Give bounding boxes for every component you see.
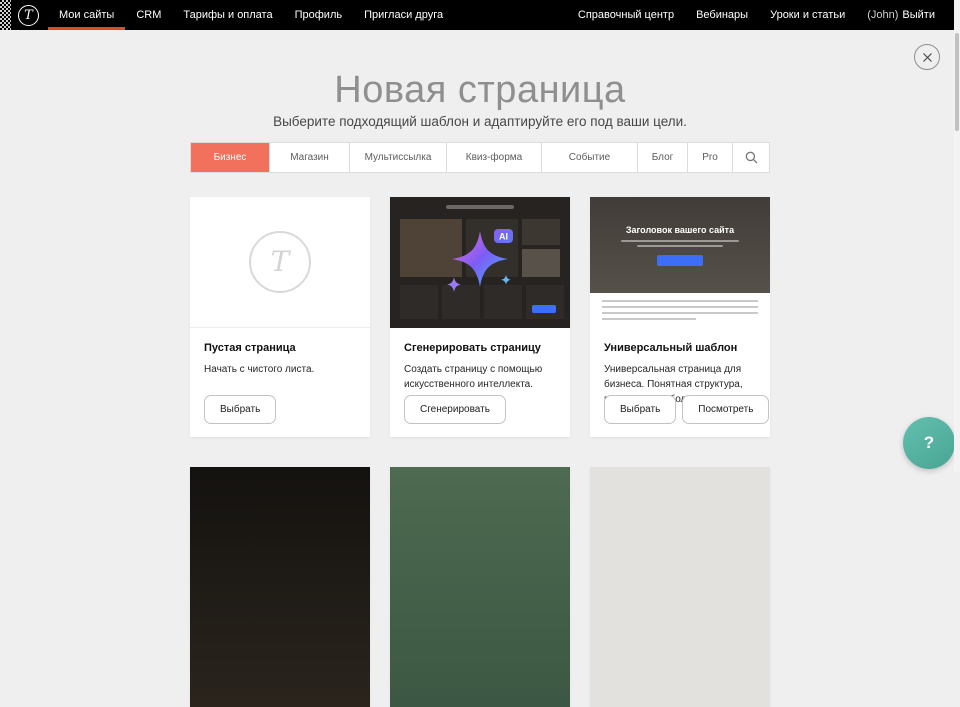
text-placeholder-line [602, 300, 758, 302]
page-subtitle: Выберите подходящий шаблон и адаптируйте… [0, 114, 960, 130]
text-placeholder-line [602, 318, 696, 320]
preview-universal-button[interactable]: Посмотреть [682, 395, 769, 424]
template-preview-image [190, 467, 370, 707]
generate-button[interactable]: Сгенерировать [404, 395, 506, 424]
account-name: (John) [867, 9, 898, 21]
page-title: Новая страница [0, 72, 960, 108]
tilda-logo[interactable]: T [18, 5, 39, 26]
ai-generate-preview[interactable]: AI [390, 197, 570, 328]
text-placeholder-line [637, 245, 723, 247]
logout-label: Выйти [902, 9, 935, 21]
card-title: Универсальный шаблон [604, 342, 756, 354]
tab-blog[interactable]: Блог [638, 143, 688, 172]
nav-crm[interactable]: CRM [125, 0, 172, 30]
template-preview-image [390, 467, 570, 707]
text-placeholder-line [602, 306, 758, 308]
template-card-partial[interactable] [390, 467, 570, 707]
template-hero-heading: Заголовок вашего сайта [626, 225, 734, 235]
scrollbar-thumb[interactable] [955, 33, 959, 131]
template-card-blank: T Пустая страница Начать с чистого листа… [190, 197, 370, 437]
secondary-nav: Справочный центр Вебинары Уроки и статьи… [567, 0, 946, 30]
help-widget-button[interactable]: ? [903, 417, 955, 469]
nav-help-center[interactable]: Справочный центр [567, 0, 685, 30]
universal-template-preview[interactable]: Заголовок вашего сайта [590, 197, 770, 328]
template-text-block [590, 293, 770, 328]
blank-page-preview[interactable]: T [190, 197, 370, 328]
svg-text:AI: AI [499, 232, 508, 242]
logo-letter: T [24, 9, 33, 22]
tilda-mark-icon: T [249, 231, 311, 293]
template-card-partial[interactable] [590, 467, 770, 707]
close-icon [922, 52, 933, 63]
card-title: Сгенерировать страницу [404, 342, 556, 354]
tab-multilink[interactable]: Мультиссылка [350, 143, 447, 172]
search-icon [745, 151, 758, 164]
help-question-icon: ? [924, 433, 934, 453]
tab-pro[interactable]: Pro [688, 143, 733, 172]
text-placeholder-line [621, 240, 739, 242]
pattern-decoration [0, 0, 11, 30]
nav-webinars[interactable]: Вебинары [685, 0, 759, 30]
scrollbar-track[interactable] [954, 0, 960, 472]
ai-badge: AI [494, 229, 513, 243]
choose-universal-button[interactable]: Выбрать [604, 395, 676, 424]
tab-store[interactable]: Магазин [270, 143, 350, 172]
nav-my-sites[interactable]: Мои сайты [48, 0, 125, 30]
tab-business[interactable]: Бизнес [191, 143, 270, 172]
template-card-universal: Заголовок вашего сайта Универсальный шаб… [590, 197, 770, 437]
tab-search[interactable] [733, 143, 769, 172]
tab-event[interactable]: Событие [542, 143, 638, 172]
template-card-ai: AI Сгенерировать страницу Создать страни… [390, 197, 570, 437]
template-category-tabs: Бизнес Магазин Мультиссылка Квиз-форма С… [190, 142, 770, 173]
card-description: Создать страницу с помощью искусственног… [404, 362, 556, 392]
choose-blank-button[interactable]: Выбрать [204, 395, 276, 424]
card-description: Начать с чистого листа. [204, 362, 356, 377]
nav-logout[interactable]: (John) Выйти [856, 0, 946, 30]
main-nav: Мои сайты CRM Тарифы и оплата Профиль Пр… [48, 0, 454, 30]
template-card-partial[interactable] [190, 467, 370, 707]
text-placeholder-line [602, 312, 758, 314]
nav-pricing[interactable]: Тарифы и оплата [172, 0, 283, 30]
nav-invite-friend[interactable]: Пригласи друга [353, 0, 454, 30]
template-preview-image [590, 467, 770, 707]
nav-profile[interactable]: Профиль [284, 0, 354, 30]
topbar: T Мои сайты CRM Тарифы и оплата Профиль … [0, 0, 960, 30]
ai-preview-collage: AI [390, 197, 570, 328]
template-grid: T Пустая страница Начать с чистого листа… [190, 197, 770, 707]
nav-lessons[interactable]: Уроки и статьи [759, 0, 856, 30]
card-title: Пустая страница [204, 342, 356, 354]
template-hero-button [657, 255, 703, 266]
close-dialog-button[interactable] [914, 44, 940, 70]
new-page-dialog: Новая страница Выберите подходящий шабло… [0, 30, 960, 707]
tab-quiz-form[interactable]: Квиз-форма [447, 143, 542, 172]
template-hero: Заголовок вашего сайта [590, 197, 770, 293]
